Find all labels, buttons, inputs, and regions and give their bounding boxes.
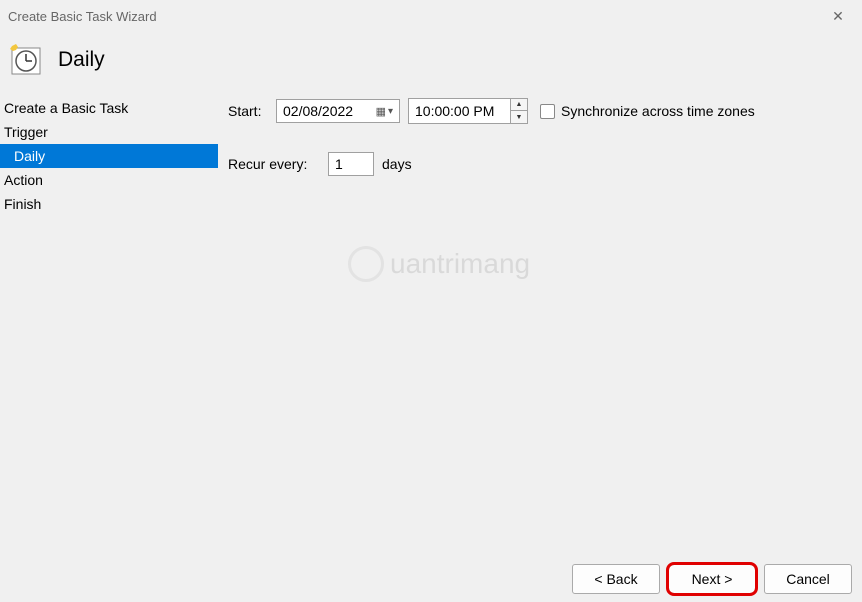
window-title: Create Basic Task Wizard — [8, 9, 157, 24]
back-button[interactable]: < Back — [572, 564, 660, 594]
start-label: Start: — [228, 103, 268, 119]
recur-label: Recur every: — [228, 156, 320, 172]
watermark: uantrimang — [348, 246, 530, 282]
start-time-input[interactable]: 10:00:00 PM ▲ ▼ — [408, 98, 528, 124]
start-row: Start: 02/08/2022 ▦▾ 10:00:00 PM ▲ ▼ Syn… — [228, 98, 852, 124]
sync-timezone-label: Synchronize across time zones — [561, 103, 755, 119]
page-title: Daily — [58, 48, 105, 72]
time-spinner: ▲ ▼ — [510, 99, 527, 123]
recur-value-input[interactable] — [328, 152, 374, 176]
sync-timezone-group: Synchronize across time zones — [540, 103, 755, 119]
sidebar-item-action[interactable]: Action — [0, 168, 218, 192]
time-spinner-up-icon[interactable]: ▲ — [511, 99, 527, 111]
sidebar-item-create-basic-task[interactable]: Create a Basic Task — [0, 96, 218, 120]
sidebar-item-daily[interactable]: Daily — [0, 144, 218, 168]
content-area: Create a Basic Task Trigger Daily Action… — [0, 96, 862, 548]
clock-icon — [8, 42, 44, 78]
titlebar: Create Basic Task Wizard ✕ — [0, 0, 862, 32]
start-date-input[interactable]: 02/08/2022 ▦▾ — [276, 99, 400, 123]
calendar-dropdown-icon[interactable]: ▦▾ — [376, 105, 393, 118]
wizard-sidebar: Create a Basic Task Trigger Daily Action… — [0, 96, 218, 548]
time-spinner-down-icon[interactable]: ▼ — [511, 111, 527, 123]
footer-buttons: < Back Next > Cancel — [572, 564, 852, 594]
sync-timezone-checkbox[interactable] — [540, 104, 555, 119]
start-date-value: 02/08/2022 — [283, 103, 353, 119]
next-button[interactable]: Next > — [668, 564, 756, 594]
recur-row: Recur every: days — [228, 152, 852, 176]
recur-unit-label: days — [382, 156, 412, 172]
start-time-value: 10:00:00 PM — [415, 100, 494, 122]
cancel-button[interactable]: Cancel — [764, 564, 852, 594]
wizard-header: Daily — [0, 32, 862, 96]
sidebar-item-finish[interactable]: Finish — [0, 192, 218, 216]
close-icon[interactable]: ✕ — [826, 8, 850, 25]
sidebar-item-trigger[interactable]: Trigger — [0, 120, 218, 144]
main-panel: Start: 02/08/2022 ▦▾ 10:00:00 PM ▲ ▼ Syn… — [218, 96, 862, 548]
